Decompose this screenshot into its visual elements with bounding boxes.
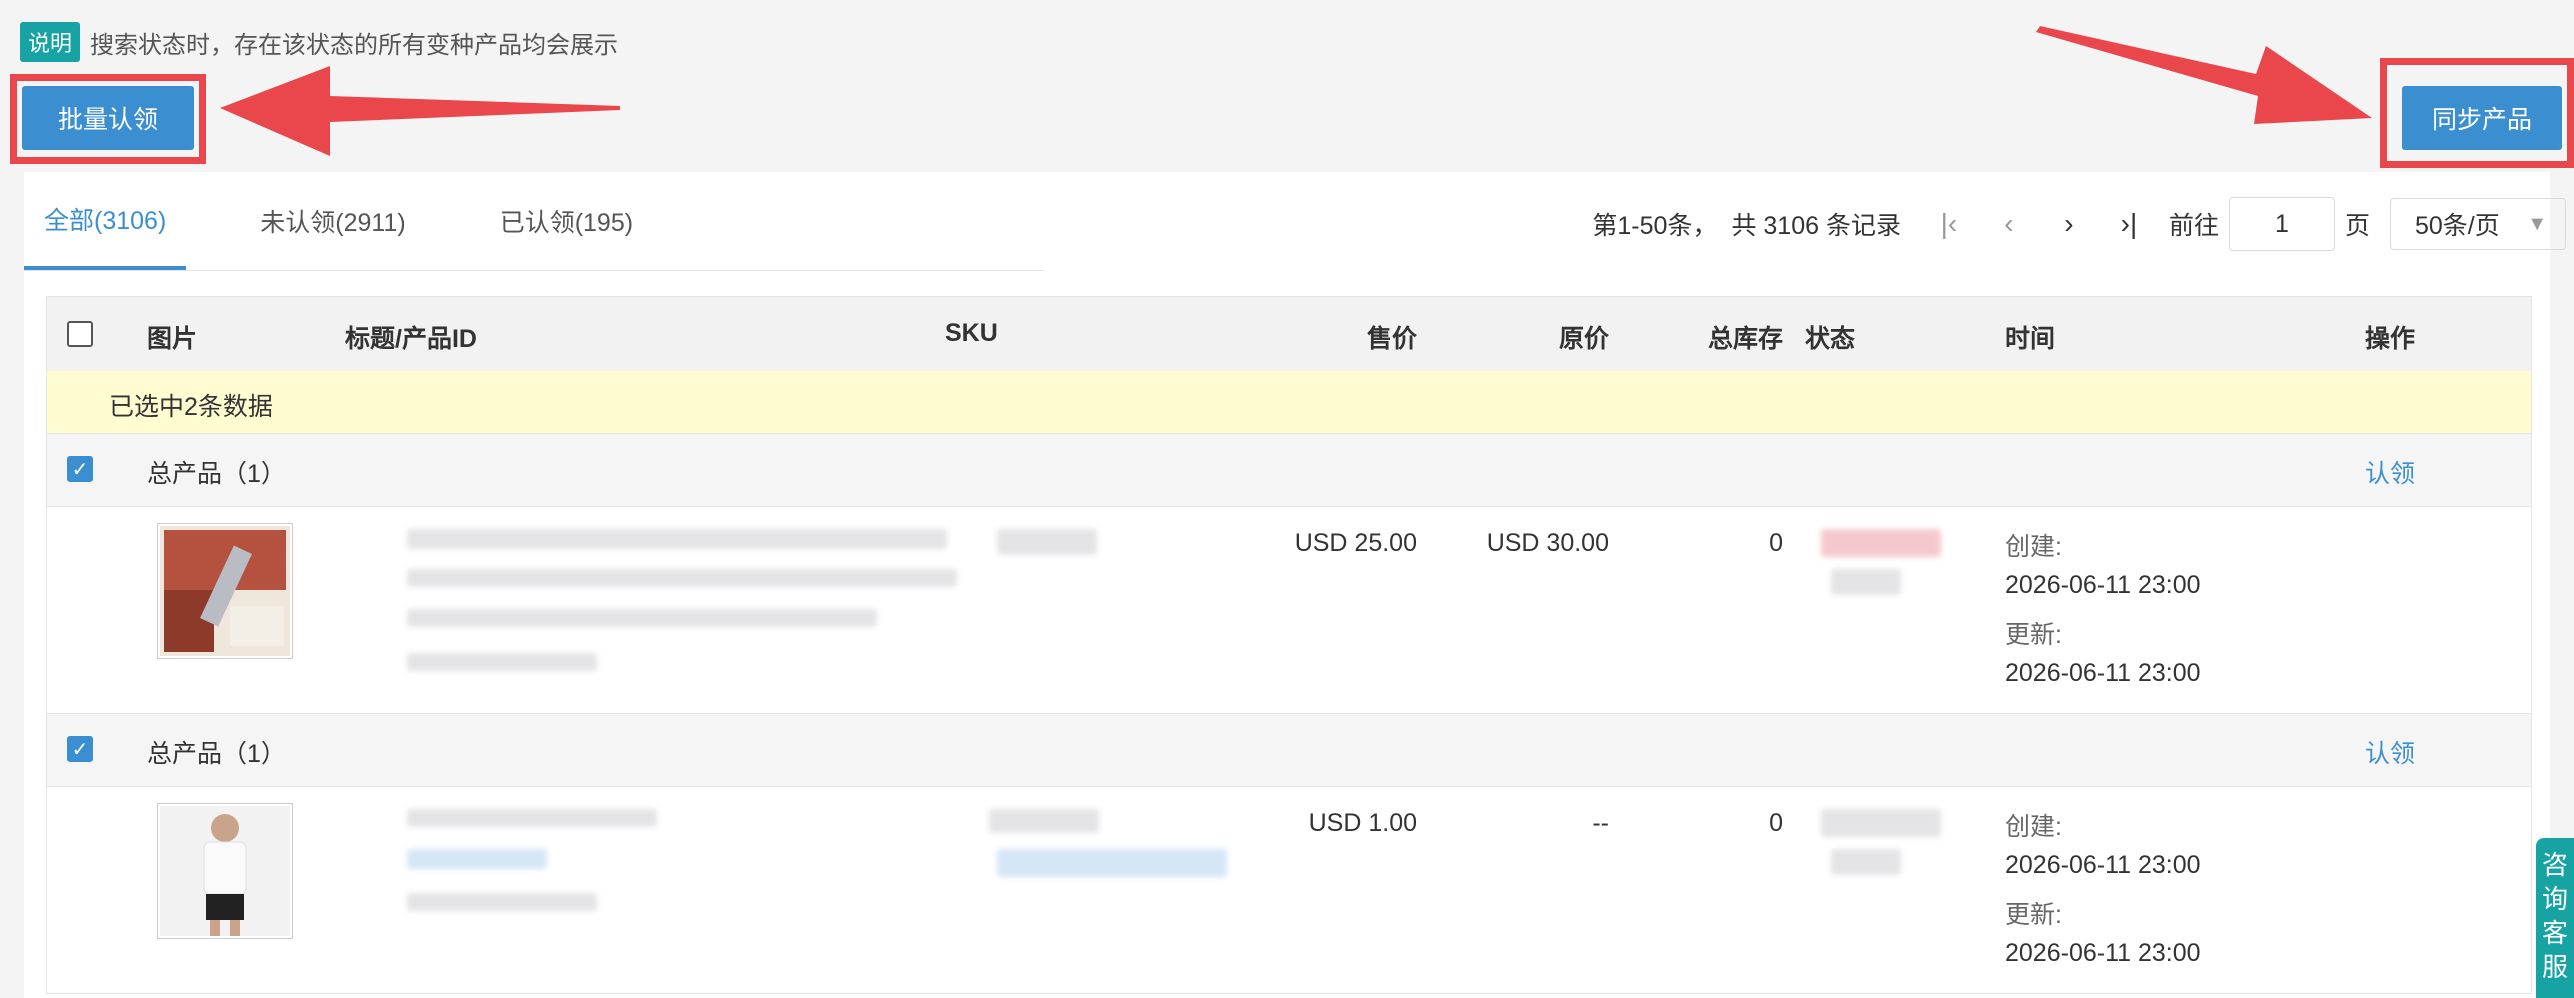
product-table: 图片 标题/产品ID SKU 售价 原价 总库存 状态 时间 操作 已选中2条数…: [46, 296, 2532, 994]
col-title: 标题/产品ID: [345, 325, 477, 353]
blurred-sku: [997, 849, 1227, 877]
prev-page-icon[interactable]: ‹: [1987, 202, 2031, 246]
blurred-title: [407, 569, 957, 587]
updated-time: 2026-06-11 23:00: [2005, 659, 2201, 687]
blurred-product-id: [407, 653, 597, 671]
page-size-select[interactable]: 50条/页 ▼: [2390, 198, 2566, 250]
blurred-title: [407, 609, 877, 627]
page-input[interactable]: 1: [2228, 197, 2335, 251]
product-row: USD 25.00 USD 30.00 0 创建: 2026-06-11 23:…: [47, 507, 2531, 713]
updated-label: 更新:: [2005, 901, 2062, 929]
stock: 0: [1769, 809, 1783, 837]
group-label: 总产品（1）: [147, 740, 286, 768]
last-page-icon[interactable]: ›|: [2107, 202, 2151, 246]
col-time: 时间: [2005, 325, 2056, 353]
customer-service-label: 咨: [2541, 850, 2568, 880]
product-row: USD 1.00 -- 0 创建: 2026-06-11 23:00 更新: 2…: [47, 787, 2531, 993]
created-time: 2026-06-11 23:00: [2005, 851, 2201, 879]
updated-time: 2026-06-11 23:00: [2005, 939, 2201, 967]
group-checkbox[interactable]: ✓: [67, 736, 93, 762]
main-panel: 全部(3106) 未认领(2911) 已认领(195) 第1-50条， 共 31…: [24, 172, 2566, 998]
table-header: 图片 标题/产品ID SKU 售价 原价 总库存 状态 时间 操作: [47, 297, 2531, 371]
created-time: 2026-06-11 23:00: [2005, 571, 2201, 599]
selected-count: 已选中2条数据: [109, 393, 273, 421]
col-orig-price: 原价: [1558, 325, 1609, 353]
annotation-arrow-left: [220, 66, 620, 156]
tab-claimed[interactable]: 已认领(195): [480, 172, 653, 270]
orig-price: USD 30.00: [1486, 529, 1609, 557]
col-sku: SKU: [945, 319, 998, 347]
status-tabs: 全部(3106) 未认领(2911) 已认领(195): [24, 172, 1044, 271]
created-label: 创建:: [2005, 533, 2062, 561]
annotation-arrow-right: [2036, 26, 2372, 124]
page-size-value: 50条/页: [2415, 212, 2500, 240]
col-image: 图片: [147, 325, 198, 353]
orig-price: --: [1592, 809, 1609, 837]
tab-all[interactable]: 全部(3106): [24, 172, 187, 270]
created-label: 创建:: [2005, 813, 2062, 841]
claim-link[interactable]: 认领: [2365, 734, 2415, 770]
col-action: 操作: [2365, 325, 2416, 353]
blurred-status: [1821, 809, 1941, 837]
blurred-status: [1831, 569, 1901, 595]
product-image[interactable]: [157, 803, 293, 939]
price: USD 1.00: [1308, 809, 1417, 837]
group-row: ✓ 总产品（1） 认领: [47, 713, 2531, 787]
next-page-icon[interactable]: ›: [2047, 202, 2091, 246]
blurred-product-id: [407, 893, 597, 911]
select-all-checkbox[interactable]: [67, 321, 93, 347]
group-checkbox[interactable]: ✓: [67, 456, 93, 482]
customer-service-label: 客: [2541, 918, 2568, 948]
first-page-icon[interactable]: |‹: [1927, 202, 1971, 246]
selected-bar: 已选中2条数据: [47, 371, 2531, 433]
col-stock: 总库存: [1707, 325, 1783, 353]
blurred-status: [1831, 849, 1901, 875]
notice: 说明 搜索状态时，存在该状态的所有变种产品均会展示: [20, 22, 618, 62]
blurred-title: [407, 529, 947, 549]
blurred-sku: [997, 529, 1097, 555]
blurred-sku: [989, 809, 1099, 833]
goto-label: 前往: [2168, 212, 2219, 240]
pager-total: 共 3106 条记录: [1731, 212, 1901, 240]
group-label: 总产品（1）: [147, 460, 286, 488]
blurred-title: [407, 809, 657, 827]
pager-range: 第1-50条，: [1592, 212, 1718, 240]
updated-label: 更新:: [2005, 621, 2062, 649]
customer-service-tab[interactable]: 咨 询 客 服: [2536, 838, 2574, 998]
tab-unclaimed[interactable]: 未认领(2911): [240, 172, 425, 270]
product-image[interactable]: [157, 523, 293, 659]
price: USD 25.00: [1294, 529, 1417, 557]
chevron-down-icon: ▼: [2527, 212, 2547, 235]
notice-text: 搜索状态时，存在该状态的所有变种产品均会展示: [90, 31, 619, 59]
blurred-title: [407, 849, 547, 869]
customer-service-label: 询: [2541, 884, 2568, 914]
pagination: 第1-50条， 共 3106 条记录 |‹ ‹ › ›| 前往 1 页 50条/…: [1592, 196, 2566, 252]
claim-link[interactable]: 认领: [2365, 454, 2415, 490]
notice-tag: 说明: [20, 22, 81, 62]
group-row: ✓ 总产品（1） 认领: [47, 433, 2531, 507]
col-price: 售价: [1366, 325, 1417, 353]
sync-products-button[interactable]: 同步产品: [2402, 86, 2562, 150]
product-photo-icon: [160, 806, 290, 936]
product-photo-icon: [160, 526, 290, 656]
page-unit: 页: [2344, 212, 2370, 240]
customer-service-label: 服: [2541, 952, 2568, 982]
blurred-status: [1821, 529, 1941, 557]
stock: 0: [1769, 529, 1783, 557]
batch-claim-button[interactable]: 批量认领: [22, 86, 194, 150]
col-status: 状态: [1805, 325, 1856, 353]
